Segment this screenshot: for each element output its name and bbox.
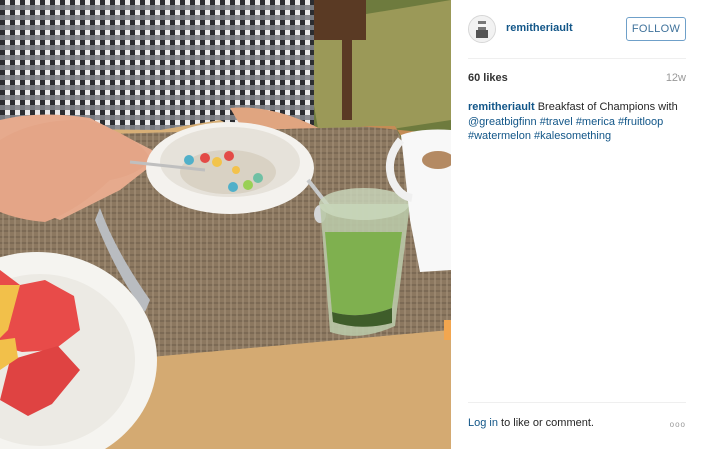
- avatar-icon: [469, 16, 495, 42]
- divider: [468, 58, 686, 59]
- post-sidebar: remitheriault FOLLOW 60 likes 12w remith…: [451, 0, 703, 449]
- divider: [468, 402, 686, 403]
- likes-count[interactable]: 60 likes: [468, 72, 508, 84]
- breakfast-photo: [0, 0, 451, 449]
- hashtag-link[interactable]: #merica: [576, 116, 615, 128]
- hashtag-link[interactable]: #kalesomething: [534, 130, 611, 142]
- follow-button[interactable]: FOLLOW: [626, 17, 686, 41]
- login-prompt-text: to like or comment.: [501, 417, 594, 429]
- post-header: remitheriault FOLLOW: [468, 15, 686, 43]
- hashtag-link[interactable]: #travel: [540, 116, 573, 128]
- post-photo[interactable]: [0, 0, 451, 449]
- login-link[interactable]: Log in: [468, 417, 498, 429]
- hashtag-link[interactable]: #fruitloop: [618, 116, 663, 128]
- instagram-post: remitheriault FOLLOW 60 likes 12w remith…: [0, 0, 703, 449]
- login-prompt: Log in to like or comment.: [468, 417, 594, 429]
- mention-link[interactable]: @greatbigfinn: [468, 116, 537, 128]
- post-age[interactable]: 12w: [666, 72, 686, 84]
- caption-username-link[interactable]: remitheriault: [468, 101, 535, 113]
- avatar[interactable]: [468, 15, 496, 43]
- hashtag-link[interactable]: #watermelon: [468, 130, 531, 142]
- more-options-icon[interactable]: ooo: [670, 420, 686, 429]
- caption-text: Breakfast of Champions with: [537, 101, 678, 113]
- caption: remitheriault Breakfast of Champions wit…: [468, 100, 686, 144]
- username-link[interactable]: remitheriault: [506, 22, 573, 34]
